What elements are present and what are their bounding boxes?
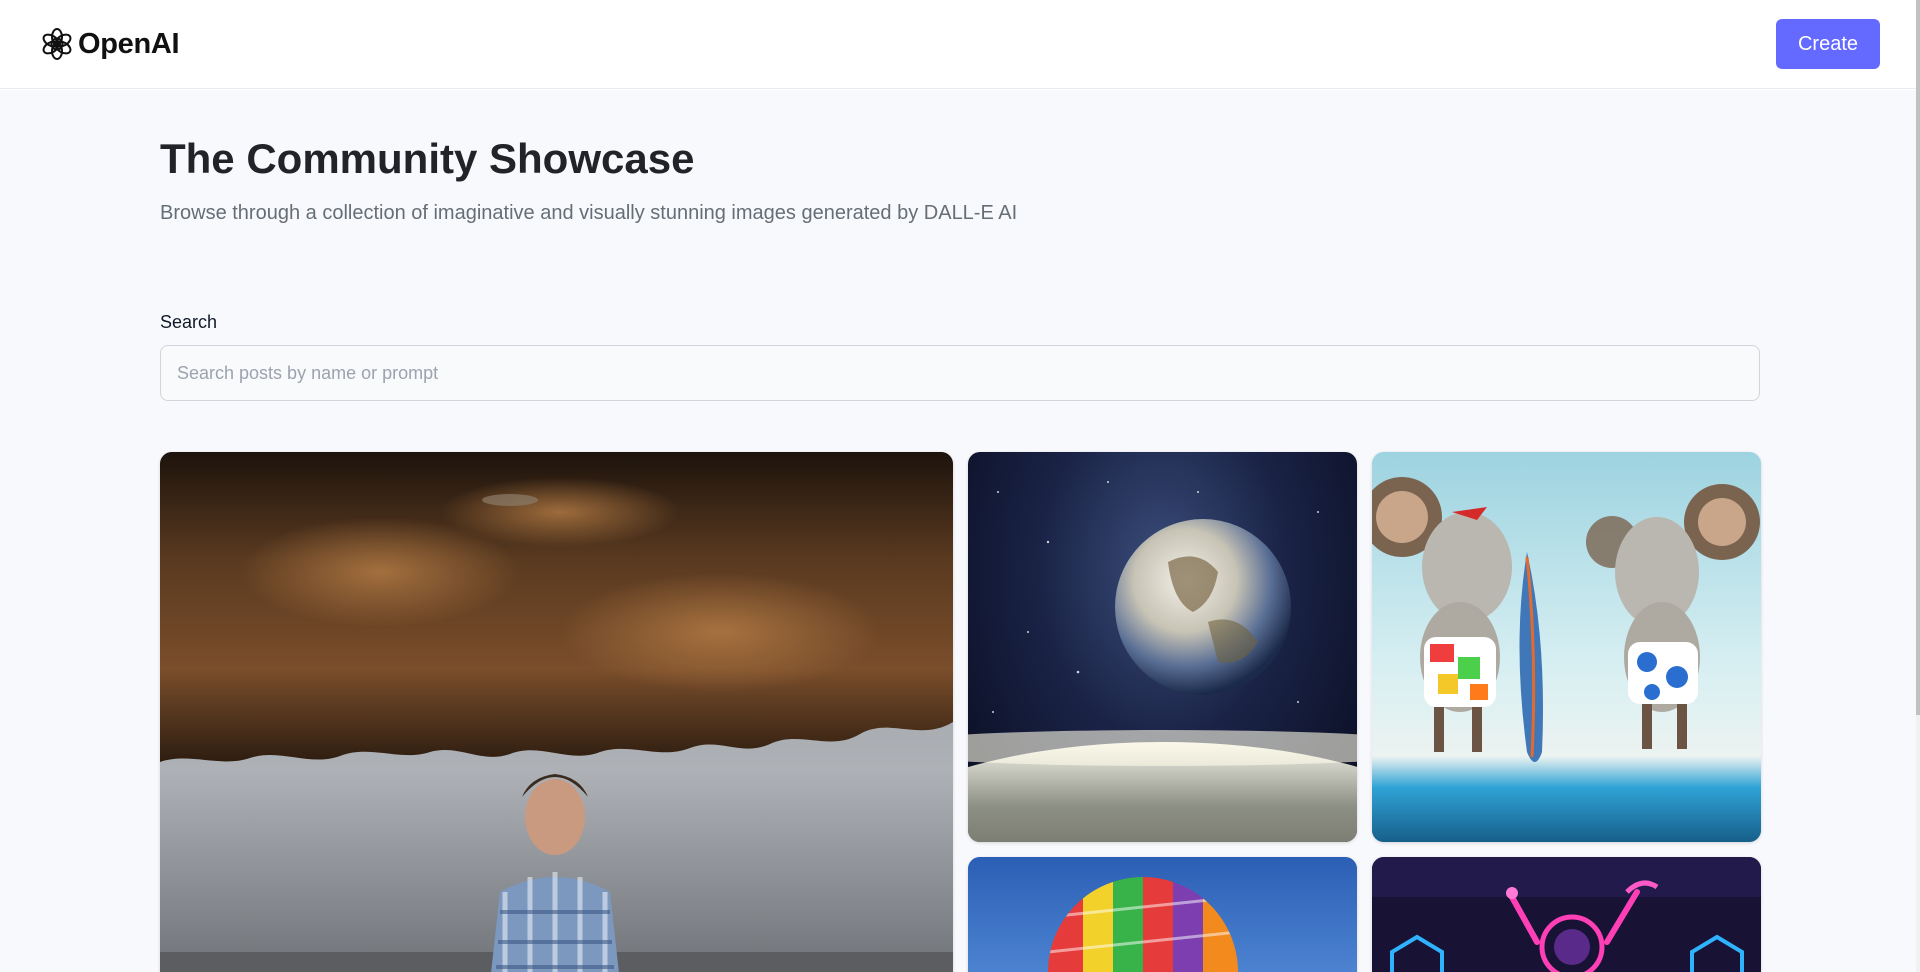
gallery-image <box>968 481 1357 842</box>
openai-logo-link[interactable]: OpenAI <box>40 27 180 61</box>
gallery-card[interactable] <box>1372 452 1761 842</box>
gallery-card[interactable] <box>160 452 953 972</box>
logo-text: OpenAI <box>78 27 180 60</box>
gallery-image <box>1372 452 1761 842</box>
main-content: The Community Showcase Browse through a … <box>0 90 1916 972</box>
create-button[interactable]: Create <box>1776 19 1880 69</box>
gallery-image <box>160 452 953 972</box>
gallery-image <box>1372 857 1761 972</box>
gallery-card[interactable] <box>968 452 1357 842</box>
search-input[interactable] <box>160 345 1760 401</box>
page-title: The Community Showcase <box>160 135 695 182</box>
openai-logo-icon <box>42 28 72 60</box>
top-navbar: OpenAI Create <box>0 0 1920 89</box>
search-label: Search <box>160 312 218 332</box>
gallery-card[interactable] <box>1372 857 1761 972</box>
gallery-card[interactable] <box>968 857 1357 972</box>
page-scrollbar[interactable] <box>1916 0 1920 972</box>
scrollbar-thumb[interactable] <box>1916 0 1920 715</box>
gallery-image <box>968 857 1357 972</box>
page-subtitle: Browse through a collection of imaginati… <box>160 202 1018 224</box>
